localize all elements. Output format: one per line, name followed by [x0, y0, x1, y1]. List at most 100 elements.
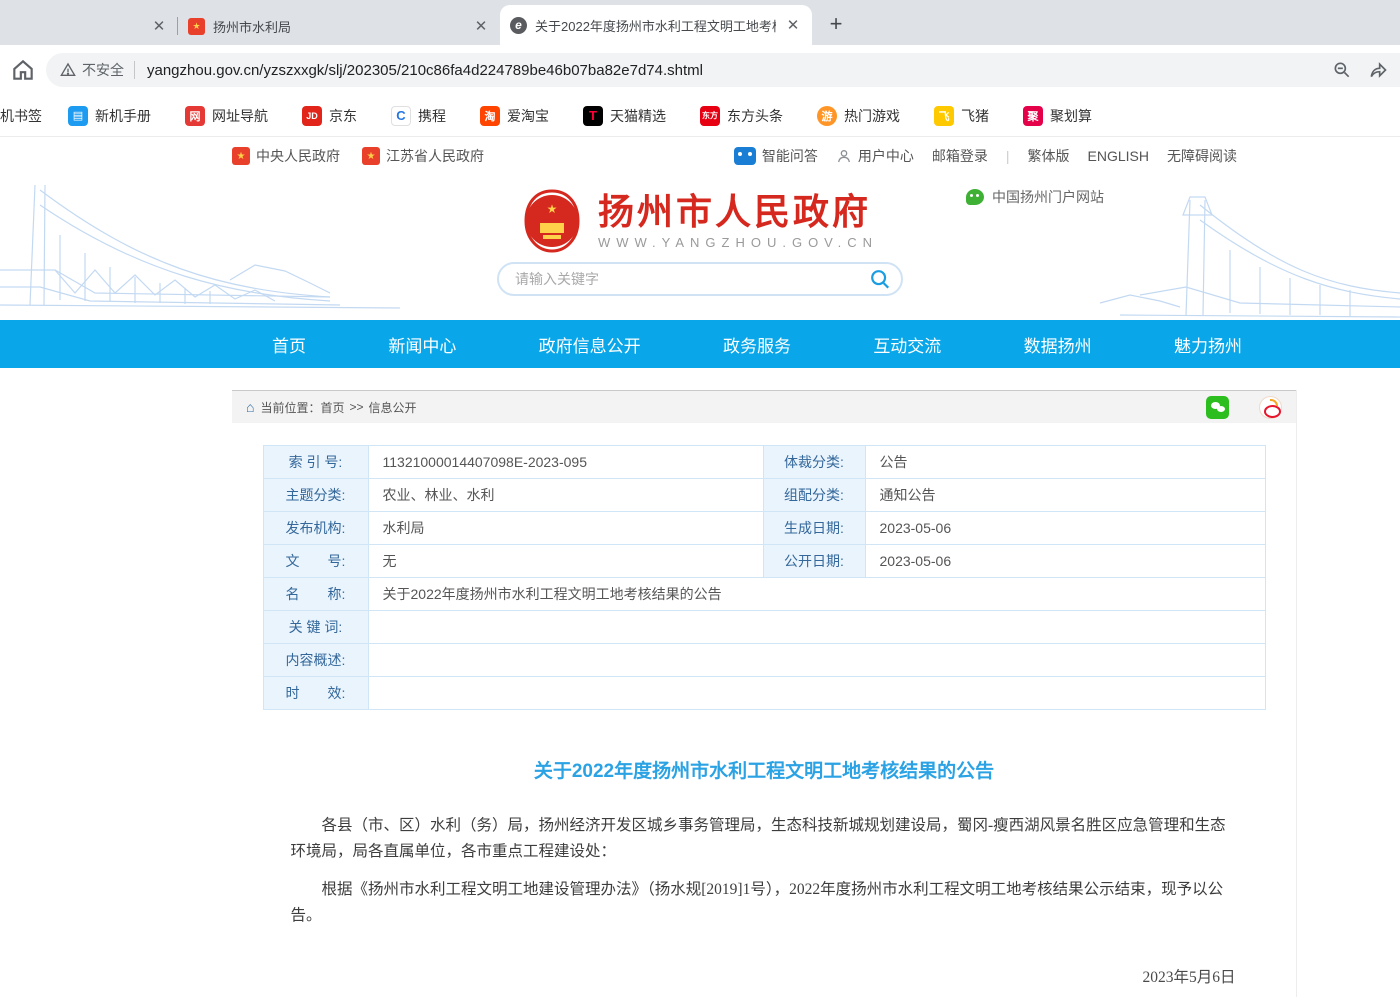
info-label: 索 引 号:	[263, 446, 368, 479]
main-nav: 首页 新闻中心 政府信息公开 政务服务 互动交流 数据扬州 魅力扬州	[0, 320, 1400, 368]
robot-icon	[734, 147, 756, 165]
bookmark-ctrip[interactable]: C携程	[391, 106, 446, 126]
bookmark-label: 京东	[329, 106, 357, 126]
bookmark-xinji[interactable]: ▤ 新机手册	[68, 106, 151, 126]
browser-tab-bar: ✕ ★ 扬州市水利局 ✕ e 关于2022年度扬州市水利工程文明工地考核结果的公…	[0, 0, 1400, 45]
gov-emblem-icon: ★	[362, 147, 380, 165]
address-bar[interactable]: 不安全 yangzhou.gov.cn/yzszxxgk/slj/202305/…	[46, 53, 1400, 87]
share-wechat-icon[interactable]	[1206, 396, 1229, 419]
info-value-topic: 农业、林业、水利	[368, 479, 763, 512]
search-input[interactable]	[515, 271, 869, 287]
gov-top-bar: ★中央人民政府 ★江苏省人民政府 智能问答 用户中心 邮箱登录 | 繁体版 EN…	[0, 137, 1400, 175]
security-label: 不安全	[82, 60, 124, 80]
new-tab-button[interactable]: +	[822, 10, 850, 38]
tab-partial[interactable]: ✕	[0, 7, 178, 45]
nav-services[interactable]: 政务服务	[723, 332, 791, 357]
info-label: 主题分类:	[263, 479, 368, 512]
portal-label: 中国扬州门户网站	[992, 187, 1104, 207]
gov-link-label: 邮箱登录	[932, 146, 988, 166]
bookmark-label: 热门游戏	[844, 106, 900, 126]
breadcrumb-current[interactable]: 信息公开	[369, 399, 417, 416]
page: ✕ ★ 扬州市水利局 ✕ e 关于2022年度扬州市水利工程文明工地考核结果的公…	[0, 0, 1400, 997]
breadcrumb-home-link[interactable]: 首页	[320, 399, 344, 416]
tab-title: 扬州市水利局	[213, 17, 464, 36]
link-english[interactable]: ENGLISH	[1088, 148, 1149, 164]
bookmark-jd[interactable]: JD 京东	[302, 106, 357, 126]
link-smart-qa[interactable]: 智能问答	[734, 146, 818, 166]
table-row: 主题分类: 农业、林业、水利 组配分类: 通知公告	[263, 479, 1265, 512]
user-icon	[836, 148, 852, 164]
link-user-center[interactable]: 用户中心	[836, 146, 914, 166]
tab-close-icon[interactable]: ✕	[472, 17, 490, 35]
document-info-table: 索 引 号: 11321000014407098E-2023-095 体裁分类:…	[263, 445, 1266, 710]
info-value-validity	[368, 677, 1265, 710]
info-value-doc-number: 无	[368, 545, 763, 578]
table-row: 索 引 号: 11321000014407098E-2023-095 体裁分类:…	[263, 446, 1265, 479]
info-label: 关 键 词:	[263, 611, 368, 644]
gov-link-label: ENGLISH	[1088, 148, 1149, 164]
link-central-gov[interactable]: ★中央人民政府	[232, 146, 340, 166]
e-browser-favicon: e	[510, 17, 527, 34]
toutiao-icon: 东方	[700, 106, 720, 126]
portal-tag[interactable]: 中国扬州门户网站	[966, 187, 1104, 207]
tab-close-icon[interactable]: ✕	[150, 17, 168, 35]
nav-info-disclosure[interactable]: 政府信息公开	[539, 332, 641, 357]
search-icon[interactable]	[869, 268, 891, 290]
site-logo[interactable]: ★ 扬州市人民政府 WWW.YANGZHOU.GOV.CN	[0, 189, 1400, 253]
link-mail-login[interactable]: 邮箱登录	[932, 146, 988, 166]
gov-link-label: 江苏省人民政府	[386, 146, 484, 166]
bookmark-label: 飞猪	[961, 106, 989, 126]
share-icon[interactable]	[1368, 60, 1388, 80]
fliggy-icon: 飞	[934, 106, 954, 126]
breadcrumb-prefix: 当前位置：	[260, 399, 320, 416]
tab-shuiliju[interactable]: ★ 扬州市水利局 ✕	[178, 7, 500, 45]
bookmark-games[interactable]: 游热门游戏	[817, 106, 900, 126]
bookmark-fliggy[interactable]: 飞飞猪	[934, 106, 989, 126]
bookmark-label: 新机手册	[95, 106, 151, 126]
table-row: 发布机构: 水利局 生成日期: 2023-05-06	[263, 512, 1265, 545]
bookmark-label: 聚划算	[1050, 106, 1092, 126]
article: 关于2022年度扬州市水利工程文明工地考核结果的公告 各县（市、区）水利（务）局…	[263, 756, 1266, 997]
bookmark-daohang[interactable]: 网网址导航	[185, 106, 268, 126]
nav-data[interactable]: 数据扬州	[1024, 332, 1092, 357]
article-paragraph: 根据《扬州市水利工程文明工地建设管理办法》（扬水规[2019]1号），2022年…	[291, 877, 1238, 929]
manual-icon: ▤	[68, 106, 88, 126]
link-jiangsu-gov[interactable]: ★ 江苏省人民政府	[362, 146, 484, 166]
nav-interaction[interactable]: 互动交流	[873, 332, 941, 357]
nav-home[interactable]: 首页	[272, 332, 306, 357]
nav-news[interactable]: 新闻中心	[388, 332, 456, 357]
gov-link-label: 用户中心	[858, 146, 914, 166]
info-label: 内容概述:	[263, 644, 368, 677]
table-row: 名 称: 关于2022年度扬州市水利工程文明工地考核结果的公告	[263, 578, 1265, 611]
link-traditional[interactable]: 繁体版	[1028, 146, 1070, 166]
svg-text:★: ★	[547, 202, 558, 216]
info-value-index-number: 11321000014407098E-2023-095	[368, 446, 763, 479]
jd-icon: JD	[302, 106, 322, 126]
tmall-icon: T	[583, 106, 603, 126]
info-value-public-date: 2023-05-06	[865, 545, 1265, 578]
bookmark-dongfang[interactable]: 东方东方头条	[700, 106, 783, 126]
ctrip-icon: C	[391, 106, 411, 126]
nav-site-icon: 网	[185, 106, 205, 126]
tab-close-icon[interactable]: ✕	[784, 16, 802, 34]
tab-active-article[interactable]: e 关于2022年度扬州市水利工程文明工地考核结果的公告 ✕	[500, 5, 812, 45]
info-label: 生成日期:	[763, 512, 865, 545]
bookmark-juhuasuan[interactable]: 聚聚划算	[1023, 106, 1092, 126]
bookmark-label: 天猫精选	[610, 106, 666, 126]
breadcrumb-home-icon: ⌂	[246, 399, 254, 415]
info-label: 体裁分类:	[763, 446, 865, 479]
zoom-out-icon[interactable]	[1332, 60, 1352, 80]
nav-charm[interactable]: 魅力扬州	[1174, 332, 1242, 357]
bookmark-mobile[interactable]: 机书签	[0, 106, 42, 126]
bookmark-taobao[interactable]: 淘爱淘宝	[480, 106, 549, 126]
share-weibo-icon[interactable]	[1259, 396, 1282, 419]
bookmark-label: 网址导航	[212, 106, 268, 126]
info-label: 公开日期:	[763, 545, 865, 578]
bookmarks-bar: 机书签 ▤ 新机手册 网网址导航 JD 京东 C携程 淘爱淘宝 T 天猫精选 东方东方…	[0, 95, 1400, 137]
bookmark-label: 爱淘宝	[507, 106, 549, 126]
link-accessible[interactable]: 无障碍阅读	[1167, 146, 1237, 166]
address-divider	[134, 61, 135, 79]
home-icon[interactable]	[10, 57, 36, 83]
url-text[interactable]: yangzhou.gov.cn/yzszxxgk/slj/202305/210c…	[147, 62, 1322, 79]
bookmark-tmall[interactable]: T 天猫精选	[583, 106, 666, 126]
